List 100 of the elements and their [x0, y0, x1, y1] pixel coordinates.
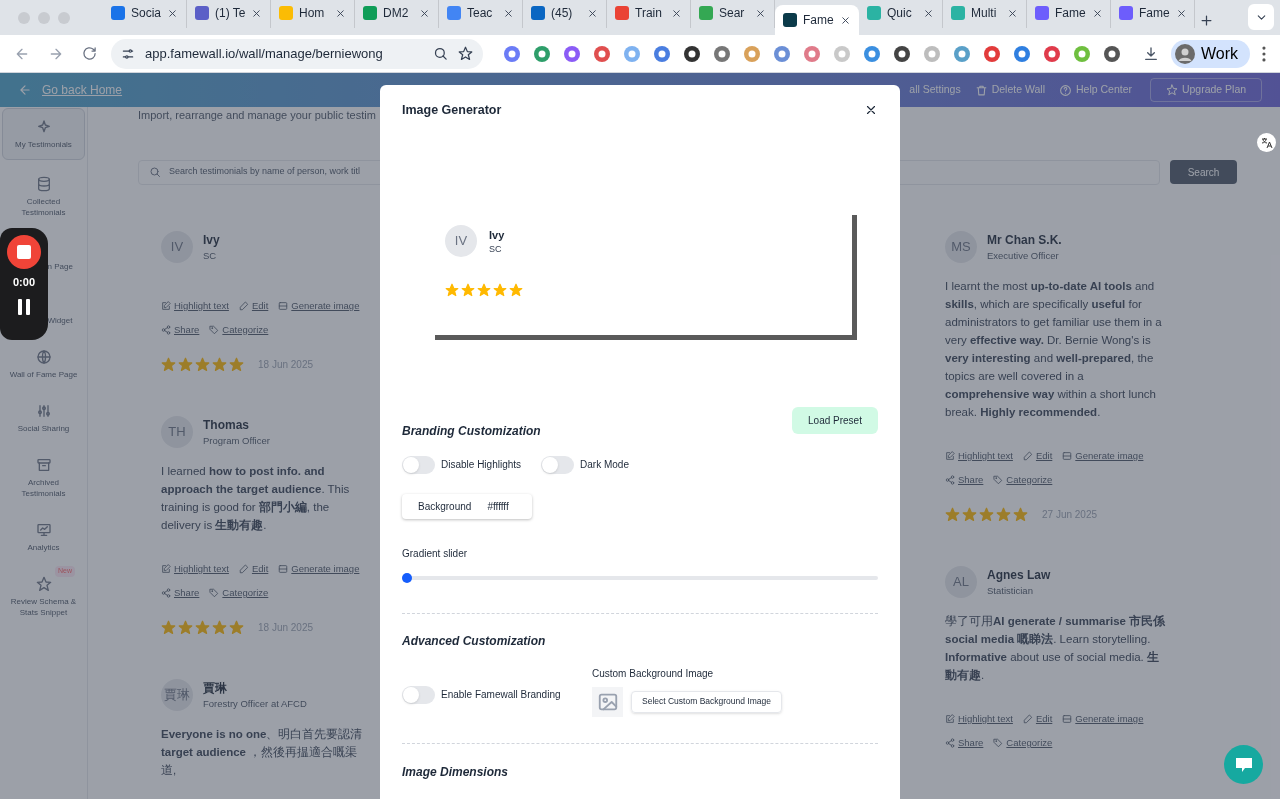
close-icon[interactable] — [587, 7, 598, 19]
action-link[interactable]: Categorize — [209, 586, 269, 600]
address-bar[interactable]: app.famewall.io/wall/manage/berniewong — [111, 38, 483, 69]
toggle-switch[interactable] — [402, 455, 435, 474]
menu-icon[interactable] — [1262, 45, 1266, 62]
plus-icon[interactable] — [1198, 12, 1214, 28]
action-link[interactable]: Edit — [238, 298, 269, 313]
action-link[interactable]: Share — [161, 586, 200, 600]
search-button[interactable]: Search — [1170, 160, 1237, 184]
sidebar-item[interactable]: Wall of Fame Page — [2, 337, 85, 391]
action-link[interactable]: Edit — [1022, 448, 1053, 463]
close-icon[interactable] — [1175, 7, 1187, 19]
close-icon[interactable] — [923, 7, 934, 19]
profile-button[interactable]: Work — [1171, 39, 1251, 68]
header-link[interactable]: Help Center — [1058, 82, 1132, 98]
browser-tab[interactable]: Quic — [859, 0, 943, 28]
action-link[interactable]: Generate image — [278, 298, 360, 313]
close-icon[interactable] — [419, 7, 430, 19]
favicon-icon — [195, 6, 209, 20]
download-icon[interactable] — [1143, 45, 1159, 62]
favicon-icon — [447, 6, 461, 20]
header-link[interactable]: all Settings — [909, 82, 961, 98]
browser-tab[interactable]: (45) — [523, 0, 607, 28]
favicon-icon — [867, 6, 881, 20]
browser-tab[interactable]: Fame — [1111, 0, 1195, 28]
select-image-button[interactable]: Select Custom Background Image — [631, 690, 782, 713]
close-icon[interactable] — [671, 7, 682, 19]
action-link[interactable]: Categorize — [993, 472, 1053, 487]
chat-button[interactable] — [1224, 745, 1263, 784]
toggle-switch[interactable] — [402, 685, 435, 704]
upgrade-button[interactable]: Upgrade Plan — [1150, 78, 1262, 102]
favicon-icon — [951, 6, 965, 20]
star-icon — [945, 506, 960, 522]
action-link[interactable]: Highlight text — [161, 298, 229, 313]
pencil-square-icon — [161, 564, 171, 574]
trash-icon — [974, 83, 988, 97]
extension-icon[interactable] — [1103, 44, 1121, 63]
person-role: Program Officer — [203, 433, 270, 448]
search-icon — [149, 166, 161, 178]
action-link[interactable]: Highlight text — [161, 562, 229, 576]
action-link[interactable]: Share — [945, 736, 984, 750]
sidebar-item[interactable]: Social Sharing — [2, 391, 85, 445]
sidebar-item[interactable]: Archived Testimonials — [2, 445, 85, 510]
browser-tab[interactable]: Socia — [103, 0, 187, 28]
action-link[interactable]: Highlight text — [945, 712, 1013, 726]
bookmark-star-icon[interactable] — [458, 46, 473, 61]
browser-tab[interactable]: Train — [607, 0, 691, 28]
action-link[interactable]: Edit — [1022, 712, 1053, 726]
background-color-field[interactable]: Background #ffffff — [402, 493, 532, 519]
tab-title: Fame — [1055, 5, 1086, 22]
zoom-icon[interactable] — [433, 46, 448, 61]
sidebar-item[interactable]: Collected Testimonials — [2, 164, 85, 229]
pause-icon[interactable] — [17, 298, 31, 315]
star-icon — [1013, 506, 1028, 522]
action-link[interactable]: Share — [161, 322, 200, 337]
close-icon[interactable] — [335, 7, 346, 19]
browser-tab[interactable]: Teac — [439, 0, 523, 28]
close-icon[interactable] — [503, 7, 514, 19]
action-link[interactable]: Generate image — [278, 562, 360, 576]
extension-icon[interactable] — [893, 44, 911, 63]
browser-tab[interactable]: Multi — [943, 0, 1027, 28]
action-link[interactable]: Edit — [238, 562, 269, 576]
close-icon[interactable] — [840, 14, 851, 26]
close-icon[interactable] — [755, 7, 766, 19]
action-link[interactable]: Generate image — [1062, 448, 1144, 463]
load-preset-button[interactable]: Load Preset — [792, 406, 878, 434]
header-link[interactable]: Delete Wall — [974, 82, 1045, 98]
extension-icon[interactable] — [683, 44, 701, 63]
stop-record-button[interactable] — [7, 235, 41, 269]
action-link[interactable]: Share — [945, 472, 984, 487]
favicon-icon — [1119, 6, 1133, 20]
share-icon — [161, 588, 171, 598]
back-link[interactable]: Go back Home — [42, 81, 123, 99]
browser-tab[interactable]: Sear — [691, 0, 775, 28]
gradient-slider[interactable] — [402, 572, 878, 583]
close-icon[interactable] — [251, 7, 263, 19]
toggle-switch[interactable] — [541, 455, 575, 474]
close-icon[interactable] — [1007, 7, 1018, 19]
browser-tab[interactable]: Hom — [271, 0, 355, 28]
action-link[interactable]: Generate image — [1062, 712, 1144, 726]
avatar-initials: AL — [945, 565, 977, 598]
browser-tab[interactable]: DM2 — [355, 0, 439, 28]
sidebar-item[interactable]: My Testimonials — [2, 108, 85, 160]
person-role: Executive Officer — [987, 248, 1060, 263]
browser-tab[interactable]: (1) Te — [187, 0, 271, 28]
close-icon[interactable] — [1091, 7, 1103, 19]
slider-thumb[interactable] — [402, 572, 412, 583]
browser-tab[interactable]: Fame — [775, 5, 859, 35]
tab-title: Fame — [803, 12, 834, 29]
share-icon — [945, 474, 955, 485]
browser-tab[interactable]: Fame — [1027, 0, 1111, 28]
reload-icon[interactable] — [82, 46, 97, 61]
close-icon[interactable] — [167, 7, 179, 19]
action-link[interactable]: Categorize — [993, 736, 1053, 750]
tune-icon — [121, 46, 135, 61]
pencil-square-icon — [161, 300, 171, 311]
sidebar-item[interactable]: Analytics — [2, 510, 85, 564]
translate-button[interactable] — [1257, 133, 1276, 152]
action-link[interactable]: Highlight text — [945, 448, 1013, 463]
action-link[interactable]: Categorize — [209, 322, 269, 337]
